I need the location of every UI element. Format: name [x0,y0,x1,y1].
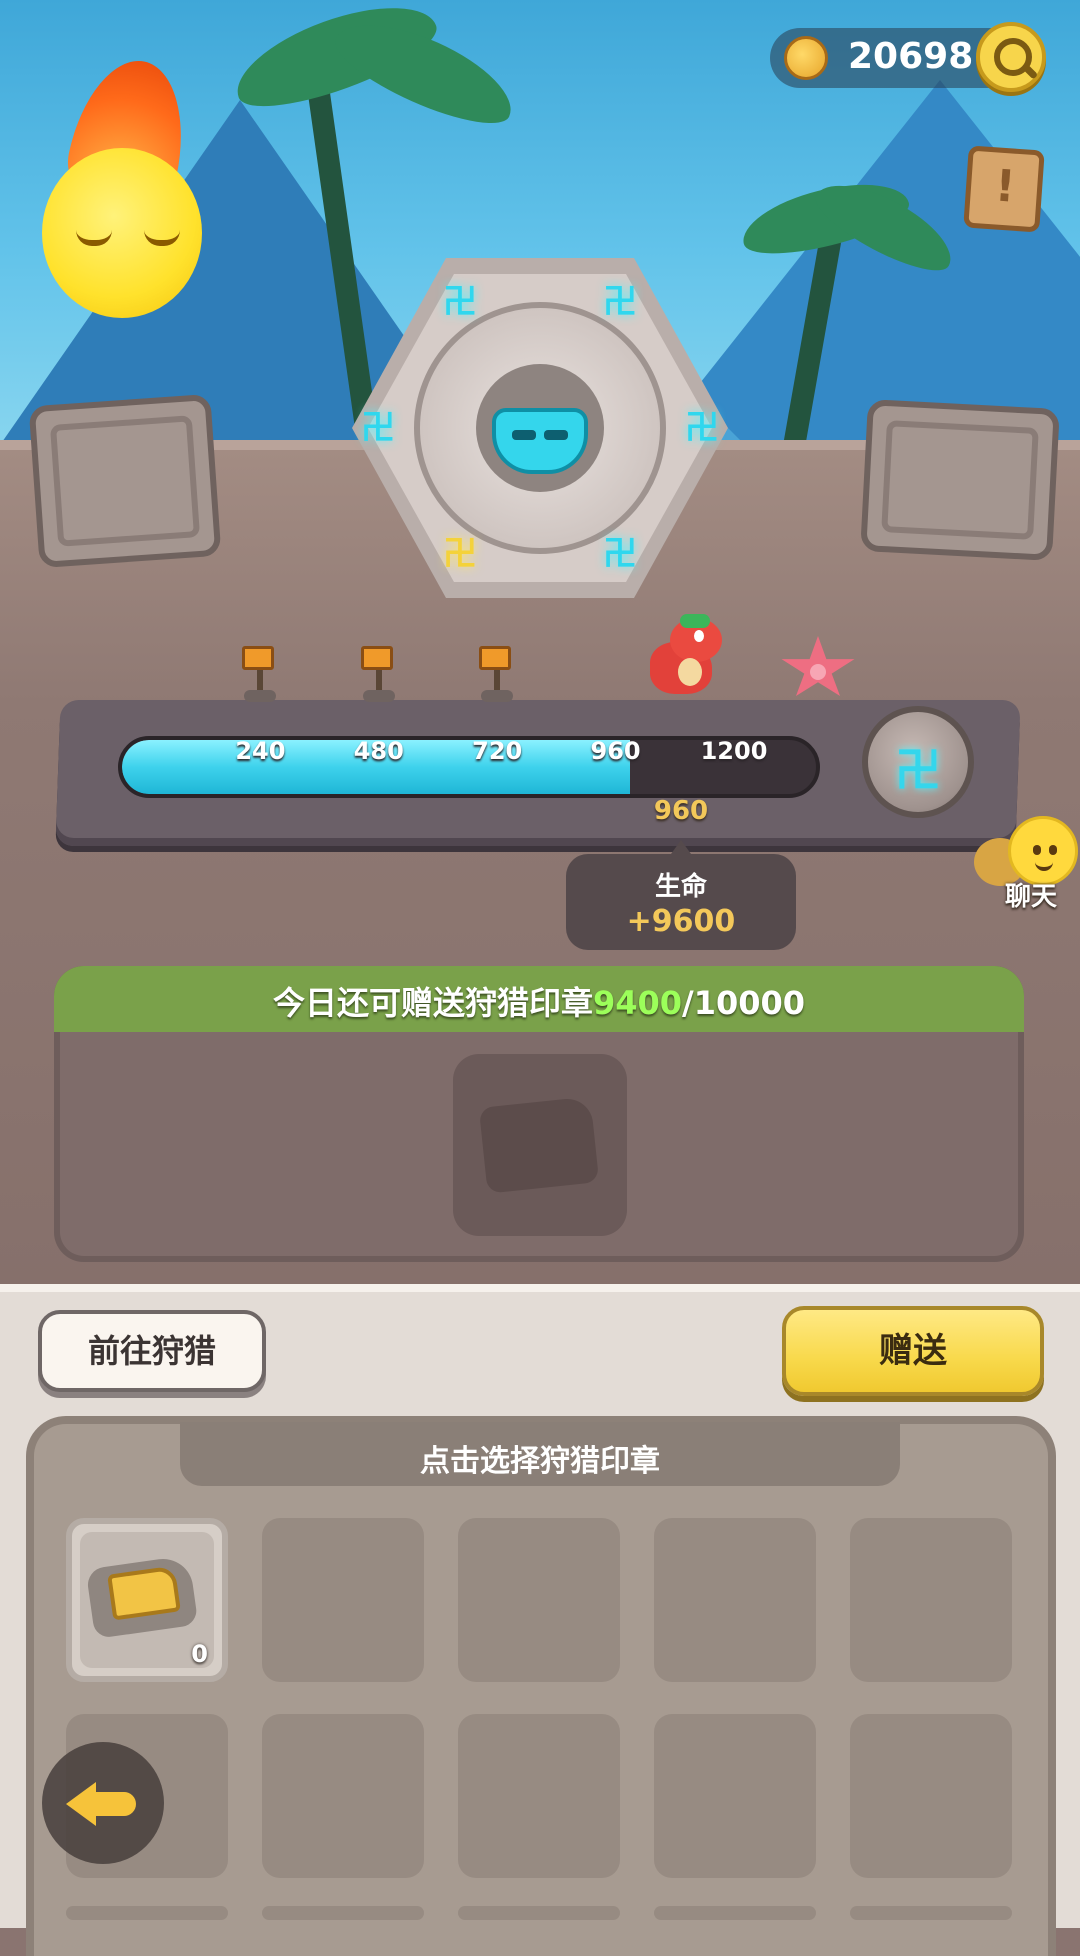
inventory-slot-empty[interactable] [458,1518,620,1682]
inventory-slot-empty[interactable] [262,1714,424,1878]
rune-wheel: 卍 卍 卍 卍 卍 卍 [352,258,728,598]
rune-icon: 卍 [443,282,477,322]
stone-tablet-left [28,393,222,569]
orange-flag-icon[interactable] [477,640,517,702]
rune-icon: 卍 [361,408,395,448]
flag-cloth [360,646,393,670]
quest-scroll-button[interactable]: ! [963,145,1045,233]
inventory-slot-empty[interactable] [262,1906,424,1920]
chat-label: 聊天 [1004,882,1057,912]
inventory-slot-empty[interactable] [850,1906,1012,1920]
smiley-mouth [1035,859,1053,871]
rune-icon: 卍 [685,408,719,448]
smiley-eye [1049,845,1057,855]
red-dino-pet-icon[interactable] [636,614,728,700]
inventory-slot-empty[interactable] [458,1714,620,1878]
flag-cloth [242,646,275,670]
rune-medal-icon: 卍 [895,743,941,797]
mask-eye [544,430,568,440]
inventory-slot-hunting-seal[interactable]: 0 [66,1518,228,1682]
orange-flag-icon[interactable] [240,640,280,702]
search-button[interactable] [976,22,1046,92]
seal-gold [107,1565,181,1621]
cyan-mask-emblem [492,408,588,474]
scroll-exclamation-icon: ! [993,160,1018,213]
inventory-slot-empty[interactable] [458,1906,620,1920]
rune-medal-button[interactable]: 卍 [862,706,974,818]
tooltip-bonus: +9600 [626,904,736,939]
starfish-center [810,664,826,680]
inventory-slot-empty[interactable] [850,1518,1012,1682]
currency-value: 20698 [848,36,974,77]
rune-icon: 卍 [603,282,637,322]
dino-belly [678,658,702,686]
flag-base [244,690,277,702]
fire-spirit-character [34,50,204,330]
dino-crest [680,614,710,628]
hunting-seal-placeholder-icon [478,1096,600,1194]
flag-base [481,690,514,702]
inventory-slot-empty[interactable] [66,1906,228,1920]
current-progress-value: 960 [653,796,709,826]
smiley-eye [1033,845,1041,855]
item-count: 0 [191,1640,208,1668]
donation-prefix: 今日还可赠送狩猎印章 [272,984,593,1022]
rune-icon: 卍 [603,534,637,574]
inventory-title-bar: 点击选择狩猎印章 [180,1422,900,1486]
send-button[interactable]: 赠送 [782,1306,1044,1396]
reward-tooltip: 生命 +9600 [566,840,796,950]
inventory-slot-empty[interactable] [654,1714,816,1878]
donation-header: 今日还可赠送狩猎印章9400/10000 [54,966,1024,1032]
back-arrow-shaft [94,1792,136,1816]
go-hunt-button[interactable]: 前往狩猎 [38,1310,266,1392]
inventory-slot-empty[interactable] [262,1518,424,1682]
donation-separator: / [682,984,694,1022]
back-arrow-icon [66,1782,96,1826]
flexed-arm-icon [784,36,828,80]
inventory-slot-empty[interactable] [654,1518,816,1682]
milestone-label: 240 [235,737,286,765]
inventory-slot-empty[interactable] [850,1714,1012,1878]
inventory-slot-empty[interactable] [654,1906,816,1920]
stone-tablet-right [860,399,1060,561]
flag-cloth [479,646,512,670]
milestone-label: 720 [472,737,523,765]
mask-eye [512,430,536,440]
donation-remaining: 9400 [592,984,683,1022]
donation-panel: 今日还可赠送狩猎印章9400/10000 [54,966,1024,1262]
rune-icon-active: 卍 [443,534,477,574]
donation-slot[interactable] [453,1054,627,1236]
donation-quota-text: 今日还可赠送狩猎印章9400/10000 [54,978,1024,1024]
back-button[interactable] [42,1742,164,1864]
milestone-label: 480 [353,737,404,765]
inventory-title: 点击选择狩猎印章 [420,1444,660,1479]
flag-base [362,690,395,702]
chat-button[interactable]: 聊天 [970,812,1080,922]
search-icon-handle [1021,63,1039,80]
tooltip-stat: 生命 [654,872,707,902]
dino-eye [694,630,704,642]
milestone-label: 960 [590,737,641,765]
donation-limit: 10000 [693,984,806,1022]
milestone-label: 1200 [700,737,768,765]
hunting-seal-icon [85,1552,199,1639]
orange-flag-icon[interactable] [359,640,399,702]
